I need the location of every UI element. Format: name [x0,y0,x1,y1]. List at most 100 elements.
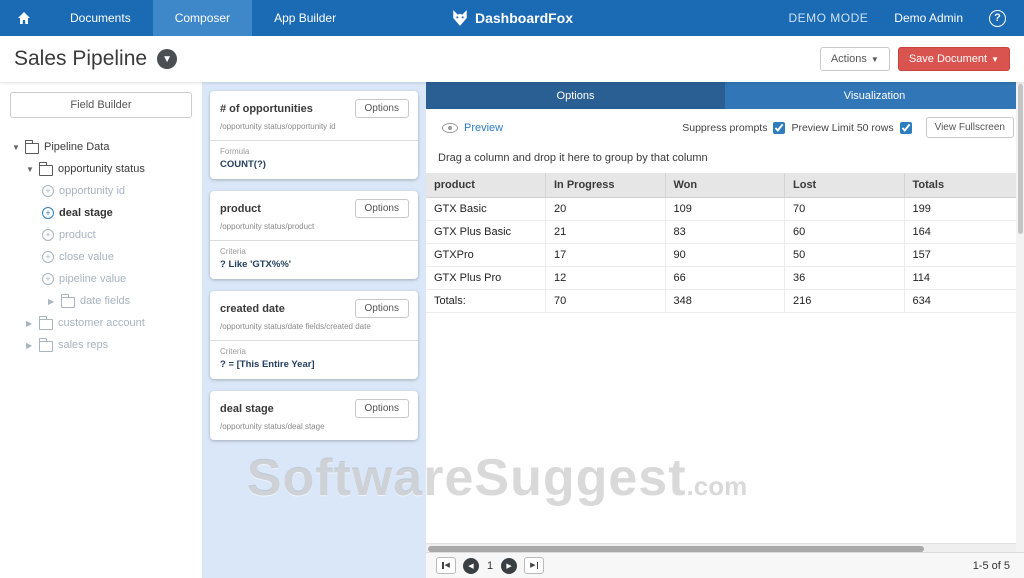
first-page-icon [442,562,444,569]
last-page-icon [537,562,539,569]
table-row: GTXPro 17 90 50 157 [426,244,1024,267]
caret-down-icon[interactable]: ▼ [12,143,20,152]
suppress-prompts-checkbox[interactable] [773,122,785,134]
group-by-drop-zone[interactable]: Drag a column and drop it here to group … [426,144,1024,173]
user-menu[interactable]: Demo Admin [894,11,963,25]
field-options-button[interactable]: Options [355,299,409,318]
demo-mode-badge: DEMO MODE [788,11,868,25]
caret-down-icon[interactable]: ▼ [26,165,34,174]
field-card-product[interactable]: product Options /opportunity status/prod… [210,191,418,279]
caret-right-icon[interactable]: ▶ [26,319,34,328]
tree-node-date-fields[interactable]: ▶ date fields [10,290,192,312]
previous-page-button[interactable]: ◀ [463,558,479,574]
table-cell: 199 [904,198,1024,221]
field-path: /opportunity status/product [210,220,418,240]
first-page-button[interactable]: ◀ [436,557,456,574]
folder-icon [25,143,39,154]
home-icon[interactable] [0,0,48,36]
formula-value: COUNT(?) [220,159,408,170]
row-range-label: 1-5 of 5 [973,560,1014,572]
table-cell: 66 [665,267,785,290]
column-header[interactable]: Totals [904,173,1024,198]
folder-icon [39,319,53,330]
add-field-icon[interactable]: + [42,273,54,285]
field-card-created-date[interactable]: created date Options /opportunity status… [210,291,418,379]
nav-item-composer[interactable]: Composer [153,0,252,36]
table-cell: Totals: [426,290,546,313]
horizontal-scrollbar[interactable] [426,543,1016,552]
folder-icon [39,165,53,176]
tree-node-pipeline-data[interactable]: ▼ Pipeline Data [10,136,192,158]
horizontal-scrollbar-thumb[interactable] [428,546,924,552]
tree-field-opportunity-id[interactable]: + opportunity id [10,180,192,202]
tree-field-deal-stage[interactable]: + deal stage [10,202,192,224]
table-cell: 109 [665,198,785,221]
tree-node-customer-account[interactable]: ▶ customer account [10,312,192,334]
table-cell: 90 [665,244,785,267]
help-icon[interactable]: ? [989,10,1006,27]
tree-field-product[interactable]: + product [10,224,192,246]
tree-node-sales-reps[interactable]: ▶ sales reps [10,334,192,356]
actions-button[interactable]: Actions▼ [820,47,890,71]
column-header[interactable]: In Progress [546,173,666,198]
preview-panel: Options Visualization Preview Suppress p… [426,82,1024,578]
nav-item-app-builder[interactable]: App Builder [252,0,358,36]
tab-visualization[interactable]: Visualization [725,82,1024,109]
preview-button[interactable]: Preview [442,122,503,134]
add-field-icon[interactable]: + [42,207,54,219]
table-cell: 20 [546,198,666,221]
tree-field-pipeline-value[interactable]: + pipeline value [10,268,192,290]
chevron-down-icon: ▼ [871,55,879,64]
add-field-icon[interactable]: + [42,185,54,197]
table-cell: 21 [546,221,666,244]
column-header[interactable]: product [426,173,546,198]
suppress-prompts-label: Suppress prompts [682,122,767,134]
table-cell: GTX Basic [426,198,546,221]
save-document-button[interactable]: Save Document▼ [898,47,1010,71]
field-options-button[interactable]: Options [355,199,409,218]
data-source-tree: ▼ Pipeline Data ▼ opportunity status + o… [10,136,192,356]
folder-icon [39,341,53,352]
criteria-value: ? Like 'GTX%%' [220,259,408,270]
view-fullscreen-button[interactable]: View Fullscreen [926,117,1014,138]
field-card-num-opportunities[interactable]: # of opportunities Options /opportunity … [210,91,418,179]
fox-icon [451,9,469,27]
last-page-button[interactable]: ▶ [524,557,544,574]
preview-limit-checkbox[interactable] [900,122,912,134]
column-header[interactable]: Won [665,173,785,198]
tab-options[interactable]: Options [426,82,725,109]
formula-label: Formula [220,147,408,156]
field-card-title: deal stage [220,403,274,415]
table-row: GTX Plus Basic 21 83 60 164 [426,221,1024,244]
field-card-deal-stage[interactable]: deal stage Options /opportunity status/d… [210,391,418,440]
vertical-scrollbar-thumb[interactable] [1018,84,1023,234]
vertical-scrollbar[interactable] [1016,82,1024,552]
table-cell: 114 [904,267,1024,290]
tree-node-opportunity-status[interactable]: ▼ opportunity status [10,158,192,180]
table-cell: 83 [665,221,785,244]
eye-icon [442,123,458,133]
field-builder-button[interactable]: Field Builder [10,92,192,118]
preview-limit-label: Preview Limit 50 rows [791,122,893,134]
table-cell: 70 [546,290,666,313]
preview-table: product In Progress Won Lost Totals GTX … [426,173,1024,313]
field-options-button[interactable]: Options [355,399,409,418]
brand-logo: DashboardFox [451,0,573,36]
nav-item-documents[interactable]: Documents [48,0,153,36]
pagination-bar: ◀ ◀ 1 ▶ ▶ 1-5 of 5 [426,552,1024,578]
next-page-button[interactable]: ▶ [501,558,517,574]
table-row: GTX Plus Pro 12 66 36 114 [426,267,1024,290]
add-field-icon[interactable]: + [42,251,54,263]
add-field-icon[interactable]: + [42,229,54,241]
field-card-title: product [220,203,261,215]
column-header[interactable]: Lost [785,173,905,198]
document-menu-chevron-icon[interactable]: ▼ [157,49,177,69]
caret-right-icon[interactable]: ▶ [26,341,34,350]
page-title: Sales Pipeline [14,47,147,71]
field-options-button[interactable]: Options [355,99,409,118]
table-totals-row: Totals: 70 348 216 634 [426,290,1024,313]
table-cell: 348 [665,290,785,313]
tree-field-close-value[interactable]: + close value [10,246,192,268]
field-path: /opportunity status/deal stage [210,420,418,440]
caret-right-icon[interactable]: ▶ [48,297,56,306]
